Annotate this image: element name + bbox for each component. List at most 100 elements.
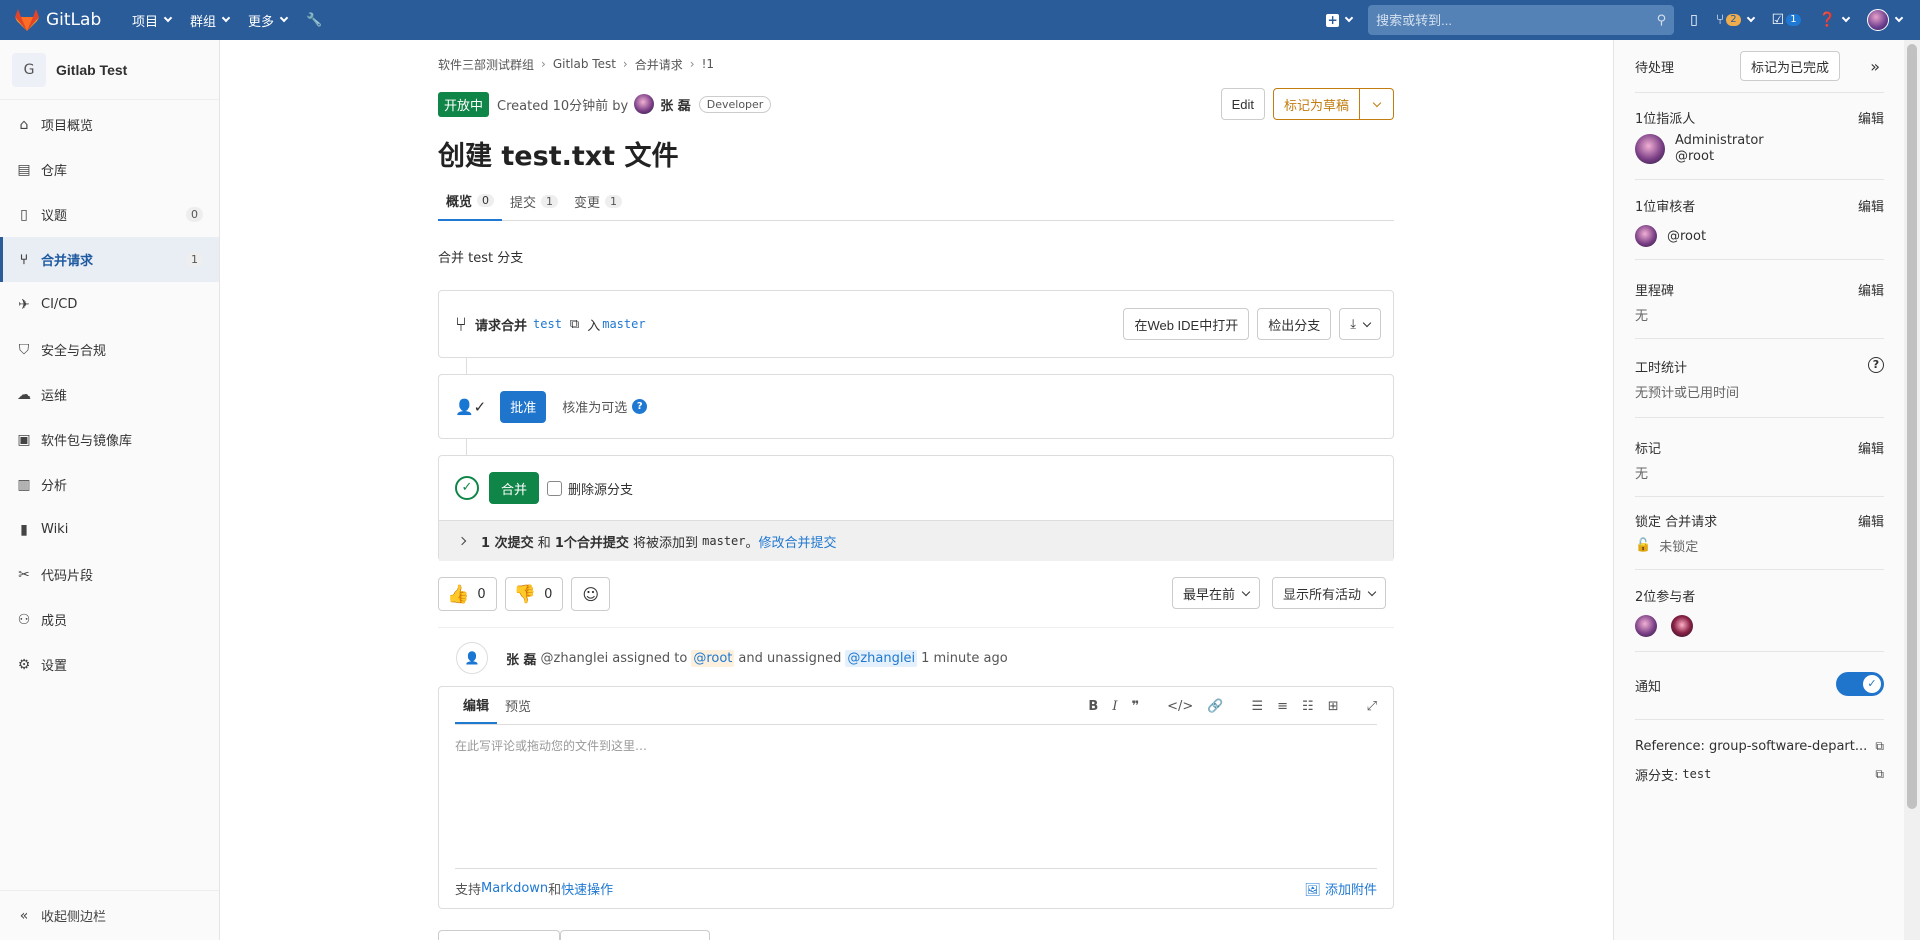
tab-write[interactable]: 编辑 — [455, 687, 498, 724]
comment-submit-button[interactable] — [438, 930, 560, 940]
search-box[interactable]: ⚲ — [1368, 5, 1675, 35]
table-icon[interactable]: ⊞ — [1328, 699, 1339, 714]
assignee-user[interactable]: Administrator @root — [1635, 133, 1884, 165]
italic-icon[interactable]: I — [1112, 699, 1117, 714]
target-branch-link[interactable]: master — [602, 317, 645, 331]
reviewer-user[interactable]: @root — [1635, 225, 1884, 247]
tab-changes[interactable]: 变更 1 — [566, 181, 630, 221]
nav-more[interactable]: 更多 — [248, 11, 289, 30]
page-scrollbar[interactable] — [1904, 40, 1920, 940]
sidebar-item-10[interactable]: ✂ 代码片段 — [0, 552, 219, 597]
scrollbar-thumb[interactable] — [1907, 44, 1917, 809]
delete-source-branch-label[interactable]: 删除源分支 — [568, 479, 633, 498]
mark-draft-button[interactable]: 标记为草稿 — [1272, 88, 1360, 120]
sidebar-item-11[interactable]: ⚇ 成员 — [0, 597, 219, 642]
edit-milestone-button[interactable]: 编辑 — [1858, 280, 1884, 299]
avatar[interactable] — [634, 94, 655, 114]
sidebar-item-0[interactable]: ⌂ 项目概览 — [0, 102, 219, 147]
edit-reviewer-button[interactable]: 编辑 — [1858, 196, 1884, 215]
edit-lock-button[interactable]: 编辑 — [1858, 511, 1884, 530]
tab-overview[interactable]: 概览 0 — [438, 181, 503, 221]
tab-label: 概览 — [446, 194, 473, 210]
avatar[interactable] — [1635, 615, 1657, 637]
collapse-sidebar-button[interactable]: « 收起侧边栏 — [0, 890, 219, 940]
breadcrumb-merge-requests[interactable]: 合并请求 — [635, 56, 683, 73]
sidebar-item-8[interactable]: ▥ 分析 — [0, 462, 219, 507]
issues-nav-icon[interactable]: ▯ — [1690, 12, 1698, 28]
source-branch-link[interactable]: test — [533, 317, 562, 331]
edit-assignee-button[interactable]: 编辑 — [1858, 108, 1884, 127]
breadcrumb-mr-id[interactable]: !1 — [702, 57, 714, 71]
copy-icon[interactable]: ⧉ — [1875, 739, 1884, 754]
sort-dropdown[interactable]: 最早在前 — [1171, 577, 1260, 609]
sidebar-item-1[interactable]: ▤ 仓库 — [0, 147, 219, 192]
notifications-toggle[interactable] — [1836, 672, 1884, 696]
fullscreen-icon[interactable]: ⤢ — [1367, 699, 1377, 714]
code-icon[interactable]: </> — [1167, 699, 1193, 714]
thumbs-up-button[interactable]: 👍 0 — [438, 577, 497, 611]
sidebar-item-12[interactable]: ⚙ 设置 — [0, 642, 219, 687]
quote-icon[interactable]: ❞ — [1131, 699, 1139, 714]
mention-root[interactable]: @root — [691, 649, 735, 667]
note-username[interactable]: @zhanglei — [541, 651, 609, 666]
sidebar-item-7[interactable]: ▣ 软件包与镜像库 — [0, 417, 219, 462]
collapse-right-sidebar-icon[interactable]: » — [1870, 57, 1880, 76]
close-mr-button[interactable] — [560, 930, 710, 940]
download-dropdown[interactable]: ⤓ — [1339, 308, 1381, 340]
commits-info-row[interactable]: 1 次提交 和 1个合并提交 将被添加到 master 。 修改合并提交 — [439, 520, 1393, 561]
sidebar-item-3[interactable]: ⑂ 合并请求 1 — [0, 237, 219, 282]
modify-merge-commit-link[interactable]: 修改合并提交 — [759, 532, 837, 551]
quick-actions-link[interactable]: 快速操作 — [561, 879, 613, 898]
note-author[interactable]: 张 磊 — [506, 649, 537, 668]
activity-filter-dropdown[interactable]: 显示所有活动 — [1271, 577, 1386, 609]
search-input[interactable] — [1376, 12, 1657, 28]
help-nav[interactable]: ❓ — [1819, 12, 1851, 28]
approve-button[interactable]: 批准 — [500, 390, 547, 423]
open-web-ide-button[interactable]: 在Web IDE中打开 — [1123, 308, 1250, 340]
sidebar-item-4[interactable]: ✈ CI/CD — [0, 282, 219, 327]
tab-preview[interactable]: 预览 — [497, 687, 539, 724]
edit-labels-button[interactable]: 编辑 — [1858, 438, 1884, 457]
mention-self[interactable]: @zhanglei — [845, 649, 918, 667]
comment-textarea[interactable]: 在此写评论或拖动您的文件到这里… — [455, 737, 1377, 857]
breadcrumb-group[interactable]: 软件三部测试群组 — [438, 56, 534, 73]
user-menu[interactable] — [1867, 9, 1904, 31]
copy-icon[interactable]: ⧉ — [570, 317, 579, 332]
todos-nav[interactable]: ☑ 1 — [1772, 12, 1801, 28]
mark-done-button[interactable]: 标记为已完成 — [1739, 51, 1840, 81]
mr-actions-dropdown[interactable] — [1360, 88, 1394, 120]
bullet-list-icon[interactable]: ☰ — [1251, 699, 1263, 714]
source-branch-value: test — [1682, 767, 1712, 781]
task-list-icon[interactable]: ☷ — [1302, 699, 1314, 714]
gitlab-logo[interactable]: GitLab — [14, 8, 104, 32]
add-reaction-button[interactable]: ☺ — [571, 577, 611, 611]
author-name[interactable]: 张 磊 — [660, 95, 691, 114]
new-dropdown-button[interactable]: + — [1326, 13, 1354, 27]
question-icon[interactable]: ? — [632, 399, 648, 414]
sidebar-item-2[interactable]: ▯ 议题 0 — [0, 192, 219, 237]
sidebar-item-9[interactable]: ▮ Wiki — [0, 507, 219, 552]
question-icon[interactable]: ? — [1868, 357, 1884, 373]
merge-button[interactable]: 合并 — [489, 472, 540, 504]
checkout-branch-button[interactable]: 检出分支 — [1257, 308, 1332, 340]
nav-projects[interactable]: 项目 — [132, 11, 173, 30]
bold-icon[interactable]: B — [1088, 699, 1098, 714]
thumbs-down-button[interactable]: 👎 0 — [504, 577, 564, 611]
numbered-list-icon[interactable]: ≡ — [1277, 699, 1288, 714]
copy-icon[interactable]: ⧉ — [1875, 767, 1884, 782]
project-header[interactable]: G Gitlab Test — [0, 40, 219, 100]
tab-commits[interactable]: 提交 1 — [502, 181, 566, 221]
sidebar-item-6[interactable]: ☁ 运维 — [0, 372, 219, 417]
double-chevron-left-icon: « — [19, 907, 29, 924]
sidebar-item-5[interactable]: ⛉ 安全与合规 — [0, 327, 219, 372]
link-icon[interactable]: 🔗 — [1207, 699, 1223, 714]
nav-groups[interactable]: 群组 — [190, 11, 231, 30]
attach-file-button[interactable]: 🖼 添加附件 — [1304, 879, 1377, 898]
edit-button[interactable]: Edit — [1220, 88, 1265, 120]
breadcrumb-project[interactable]: Gitlab Test — [553, 57, 616, 71]
delete-source-branch-checkbox[interactable] — [547, 480, 563, 496]
markdown-link[interactable]: Markdown — [481, 881, 548, 896]
avatar[interactable] — [1671, 615, 1693, 637]
merge-requests-nav[interactable]: ⑂ 2 — [1716, 12, 1755, 28]
admin-wrench-icon[interactable]: 🔧 — [306, 13, 322, 28]
